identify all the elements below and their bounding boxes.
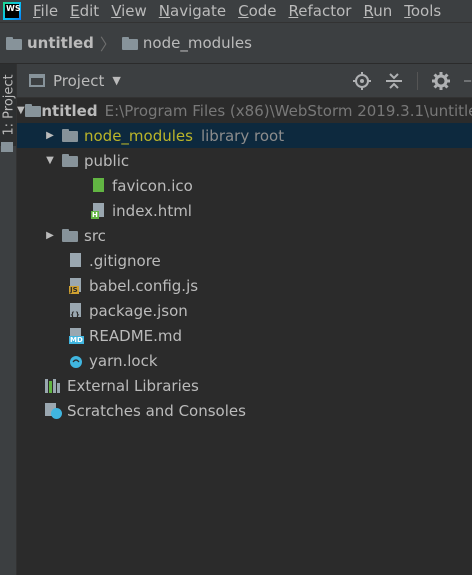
json-badge: {} [70, 310, 80, 319]
menu-label: efactor [298, 2, 352, 20]
breadcrumb-root-label: untitled [27, 34, 94, 52]
scratches-icon [45, 402, 63, 419]
toolbar-divider [417, 72, 418, 90]
menu-refactor[interactable]: Refactor [283, 2, 358, 20]
tree-row-root[interactable]: ▼ untitled E:\Program Files (x86)\WebSto… [17, 98, 472, 123]
library-root-hint: library root [200, 126, 285, 145]
breadcrumb-child-label: node_modules [142, 34, 252, 52]
yarn-icon [69, 353, 83, 369]
tree-row-favicon[interactable]: favicon.ico [17, 173, 472, 198]
menu-code[interactable]: Code [232, 2, 282, 20]
breadcrumb-node-modules[interactable]: node_modules [121, 34, 252, 52]
js-badge: JS [69, 285, 79, 294]
image-file-icon [92, 177, 106, 194]
project-panel-title: Project [53, 71, 105, 90]
menu-mnemonic: T [404, 2, 411, 20]
index-html-label: index.html [112, 201, 192, 220]
tree-row-readme[interactable]: MD README.md [17, 323, 472, 348]
navigation-bar: untitled 〉 node_modules [0, 22, 472, 64]
project-view-selector[interactable]: Project ▼ [29, 72, 121, 90]
tree-row-yarn-lock[interactable]: yarn.lock [17, 348, 472, 373]
scratches-label: Scratches and Consoles [67, 401, 246, 420]
folder-icon [62, 229, 78, 242]
breadcrumb-root[interactable]: untitled [6, 34, 94, 52]
menu-mnemonic: R [363, 2, 374, 20]
public-label: public [84, 151, 130, 170]
menu-navigate[interactable]: Navigate [153, 2, 232, 20]
package-json-label: package.json [89, 301, 188, 320]
src-label: src [84, 226, 106, 245]
readme-label: README.md [89, 326, 183, 345]
gear-icon[interactable] [432, 72, 450, 90]
tree-row-scratches[interactable]: Scratches and Consoles [17, 398, 472, 423]
project-tool-tab[interactable]: 1: Project [0, 64, 17, 146]
html-file-icon: H [91, 202, 106, 219]
tree-row-index-html[interactable]: H index.html [17, 198, 472, 223]
menu-view[interactable]: View [105, 2, 153, 20]
menu-label: avigate [170, 2, 227, 20]
markdown-file-icon: MD [69, 327, 84, 344]
html-badge: H [91, 210, 99, 219]
tree-row-package-json[interactable]: {} package.json [17, 298, 472, 323]
tree-row-node-modules[interactable]: ▶ node_modules library root [17, 123, 472, 148]
menu-label: un [373, 2, 393, 20]
menu-mnemonic: F [33, 2, 41, 20]
project-window-icon [29, 74, 45, 87]
menu-label: ile [40, 2, 59, 20]
hide-icon[interactable] [464, 72, 472, 90]
menu-run[interactable]: Run [357, 2, 398, 20]
locate-icon[interactable] [353, 72, 371, 90]
menu-label: ode [248, 2, 277, 20]
gitignore-label: .gitignore [89, 251, 161, 270]
left-tool-strip: 1: Project [0, 64, 17, 575]
collapse-all-icon[interactable] [385, 72, 403, 90]
menu-label: dit [79, 2, 100, 20]
project-tree[interactable]: ▼ untitled E:\Program Files (x86)\WebSto… [17, 98, 472, 575]
menu-mnemonic: N [158, 2, 171, 20]
tree-row-external-libraries[interactable]: External Libraries [17, 373, 472, 398]
external-libraries-label: External Libraries [67, 376, 199, 395]
menu-label: ools [410, 2, 442, 20]
project-panel-header: Project ▼ [17, 64, 472, 98]
yarn-lock-label: yarn.lock [89, 351, 158, 370]
md-badge: MD [69, 335, 84, 344]
menu-mnemonic: V [111, 2, 122, 20]
menu-mnemonic: E [70, 2, 80, 20]
babel-config-label: babel.config.js [89, 276, 199, 295]
webstorm-logo-icon[interactable]: WS [3, 2, 21, 20]
folder-icon [62, 129, 78, 142]
folder-icon [6, 36, 22, 50]
folder-icon [121, 36, 138, 50]
menu-mnemonic: C [238, 2, 249, 20]
logo-text: WS [5, 4, 21, 18]
tree-row-public[interactable]: ▼ public [17, 148, 472, 173]
library-icon [45, 378, 63, 393]
menu-edit[interactable]: Edit [64, 2, 105, 20]
menu-mnemonic: R [288, 2, 299, 20]
tree-root-label: untitled [30, 101, 98, 120]
ignore-file-icon [69, 252, 83, 269]
menu-bar: WS File Edit View Navigate Code Refactor… [0, 0, 472, 22]
expanded-arrow-icon[interactable]: ▼ [17, 105, 25, 116]
json-file-icon: {} [69, 302, 83, 319]
tree-root-path: E:\Program Files (x86)\WebStorm 2019.3.1… [104, 101, 472, 120]
menu-tools[interactable]: Tools [398, 2, 447, 20]
expanded-arrow-icon[interactable]: ▼ [45, 155, 55, 166]
project-tool-tab-label: 1: Project [1, 74, 17, 136]
structure-icon[interactable] [1, 142, 13, 152]
menu-label: iew [121, 2, 147, 20]
tree-row-gitignore[interactable]: .gitignore [17, 248, 472, 273]
menu-file[interactable]: File [27, 2, 64, 20]
collapsed-arrow-icon[interactable]: ▶ [45, 130, 55, 141]
tree-row-src[interactable]: ▶ src [17, 223, 472, 248]
collapsed-arrow-icon[interactable]: ▶ [45, 230, 55, 241]
breadcrumb-separator: 〉 [99, 35, 116, 54]
chevron-down-icon: ▼ [112, 74, 121, 87]
javascript-file-icon: JS [69, 277, 83, 294]
folder-icon [62, 154, 78, 167]
node-modules-label: node_modules [84, 126, 193, 145]
tree-row-babel-config[interactable]: JS babel.config.js [17, 273, 472, 298]
favicon-label: favicon.ico [112, 176, 193, 195]
